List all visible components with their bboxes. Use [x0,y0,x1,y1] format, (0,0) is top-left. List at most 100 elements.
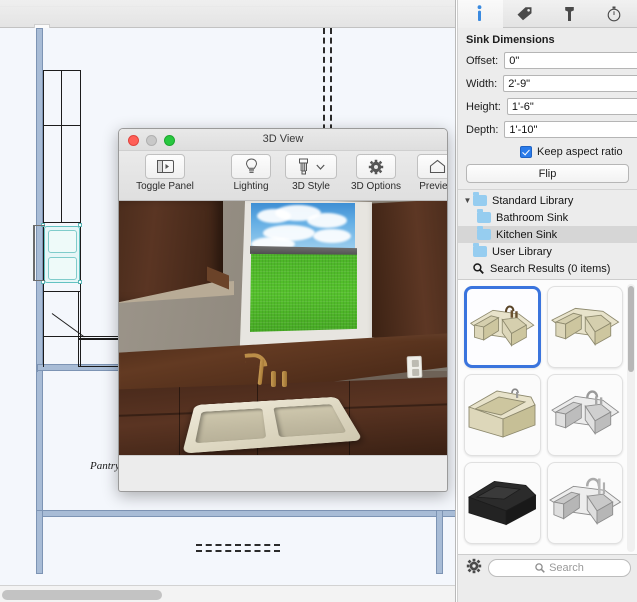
tree-item-label: User Library [492,245,552,258]
library-settings-button[interactable] [464,558,484,578]
width-input[interactable] [503,75,637,92]
folder-icon [477,226,491,240]
folder-icon [473,192,487,206]
selected-sink-plan[interactable] [44,226,80,283]
opening-dash-left [323,28,325,140]
tree-item-standard-library[interactable]: ▼ Standard Library [458,192,637,209]
3d-view-window[interactable]: 3D View Toggle Panel Lighting 3D Style 3… [118,128,448,492]
thumbnail-single-basin-deep-sink[interactable] [464,374,541,456]
tag-icon [516,6,533,21]
keep-aspect-ratio-label: Keep aspect ratio [537,146,623,158]
3d-style-icon-group [285,154,337,179]
3d-style-label: 3D Style [292,181,330,192]
cabinet-line-1 [43,70,44,222]
thumbnail-stainless-sink-with-faucet[interactable] [546,462,623,544]
3d-view-title: 3D View [262,133,304,145]
render-sink-basin-left [194,408,267,444]
tree-item-search-results[interactable]: Search Results (0 items) [458,260,637,277]
tree-item-kitchen-sink[interactable]: Kitchen Sink [458,226,637,243]
tab-materials[interactable] [548,0,593,28]
cabinet-line-2 [80,70,81,222]
keep-aspect-ratio-checkbox[interactable] [520,146,532,158]
thumbnail-double-basin-sink-with-faucet[interactable] [464,286,541,368]
toggle-panel-label: Toggle Panel [136,181,194,192]
thumbnail-stainless-double-basin-sink[interactable] [546,374,623,456]
selection-handle-br[interactable] [78,280,82,284]
tab-tag[interactable] [503,0,548,28]
library-tree: ▼ Standard Library Bathroom Sink Kitchen… [458,189,637,279]
home-icon [417,154,447,179]
materials-icon [563,6,576,22]
cabinet-line-6 [43,222,81,223]
render-window-grass [250,254,357,332]
search-icon [473,263,486,274]
sink-outline-box-3 [33,280,45,281]
3d-view-titlebar[interactable]: 3D View [119,129,447,151]
disclosure-triangle-icon[interactable]: ▼ [462,196,473,205]
inspector-tab-bar [458,0,637,28]
plan-label-pantry: Pantry [90,460,120,472]
render-window-sky [251,203,355,251]
library-grid-scrollbar-thumb[interactable] [628,286,634,372]
preview-button[interactable]: Preview [411,154,447,192]
paint-roller-icon [299,158,308,175]
opening-dash-bottom-a [196,544,280,546]
clock-icon [607,6,621,22]
tree-item-user-library[interactable]: User Library [458,243,637,260]
cabinet-line-3 [61,70,62,222]
lightbulb-icon [231,154,271,179]
plan-horizontal-scrollbar[interactable] [0,585,455,602]
keep-aspect-ratio-row[interactable]: Keep aspect ratio [458,142,637,161]
plan-toolbar-band [0,0,455,28]
app-root: Pantry 3D View Toggle Panel Lighting 3D … [0,0,637,602]
folder-icon [477,209,491,223]
selection-handle-tr[interactable] [78,223,82,227]
field-row-height: Height: [458,96,637,117]
sink-cabinet-line-right [80,222,81,367]
chevron-down-icon[interactable] [316,164,325,170]
tab-info[interactable] [458,0,503,28]
library-search-placeholder: Search [549,562,584,574]
counter-line-4 [78,291,79,366]
plan-horizontal-scrollbar-thumb[interactable] [2,590,162,600]
opening-dash-right [330,28,332,140]
width-label: Width: [466,77,498,90]
depth-input[interactable] [504,121,637,138]
lighting-button[interactable]: Lighting [223,154,279,192]
toggle-panel-button[interactable]: Toggle Panel [129,154,201,192]
tree-item-label: Kitchen Sink [496,228,558,241]
flip-button[interactable]: Flip [466,164,629,183]
wall-lower-right [436,510,443,574]
render-faucet-handle-left [271,371,276,387]
thumbnail-dark-farmhouse-sink[interactable] [464,462,541,544]
tree-item-bathroom-sink[interactable]: Bathroom Sink [458,209,637,226]
field-row-offset: Offset: [458,50,637,71]
3d-render-viewport[interactable] [119,201,447,473]
wall-horizontal-bottom [36,510,455,517]
height-input[interactable] [506,98,637,115]
library-search-field[interactable]: Search [488,559,631,577]
offset-label: Offset: [466,54,499,67]
sink-outline-box [33,225,35,281]
gear-icon [466,558,482,579]
3d-view-footer [119,455,447,473]
3d-options-button[interactable]: 3D Options [343,154,409,192]
counter-line-2 [78,338,123,340]
field-row-depth: Depth: [458,119,637,140]
folder-icon [473,243,487,257]
3d-view-toolbar: Toggle Panel Lighting 3D Style 3D Option… [119,151,447,201]
3d-style-button[interactable]: 3D Style [279,154,343,192]
library-thumbnail-grid-container [458,279,637,555]
offset-input[interactable] [504,52,637,69]
tab-clock[interactable] [592,0,637,28]
tree-item-label: Bathroom Sink [496,211,569,224]
search-icon [535,563,545,573]
inspector-panel: Sink Dimensions Offset: Width: Height: D… [457,0,637,602]
library-grid-scrollbar[interactable] [627,284,635,552]
tree-item-label: Standard Library [492,194,574,207]
wall-lower-left [36,510,43,574]
thumbnail-double-basin-sink-plain[interactable] [546,286,623,368]
render-wall-outlet [406,355,423,379]
wall-horizontal-mid [36,365,38,372]
field-row-width: Width: [458,73,637,94]
